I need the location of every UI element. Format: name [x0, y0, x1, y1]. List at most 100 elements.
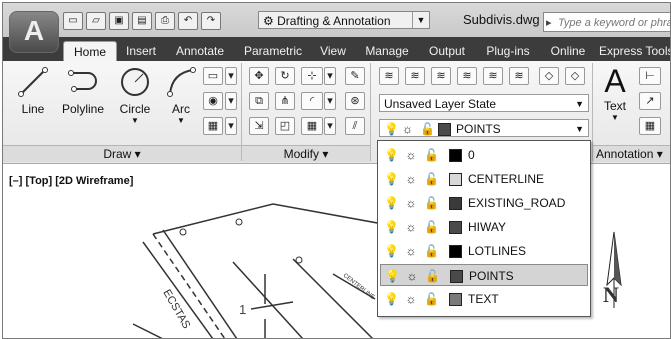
layer-color-swatch[interactable]: [449, 221, 462, 234]
sun-icon[interactable]: ☼: [404, 288, 418, 310]
layer-color-swatch[interactable]: [449, 149, 462, 162]
undo-icon[interactable]: ↶: [178, 12, 198, 30]
tab-insert[interactable]: Insert: [119, 41, 163, 61]
offset-icon[interactable]: ⫽: [345, 117, 365, 135]
tab-express-tools[interactable]: Express Tools: [599, 41, 670, 61]
lightbulb-icon[interactable]: 💡: [384, 144, 399, 166]
chevron-down-icon[interactable]: ▼: [597, 113, 633, 122]
lightbulb-icon[interactable]: 💡: [385, 265, 400, 287]
sun-icon[interactable]: ☼: [405, 265, 419, 287]
layer-color-swatch[interactable]: [450, 270, 463, 283]
hatch-icon[interactable]: ◉: [203, 92, 223, 110]
unlock-icon[interactable]: 🔓: [424, 192, 439, 214]
fillet-icon[interactable]: ◜: [301, 92, 323, 110]
tab-plug-ins[interactable]: Plug-ins: [479, 41, 537, 61]
unlock-icon[interactable]: 🔓: [424, 240, 439, 262]
text-tool[interactable]: A Text ▼: [597, 63, 633, 122]
table-icon[interactable]: ▦: [639, 117, 661, 135]
explode-icon[interactable]: ⊛: [345, 92, 365, 110]
region-icon[interactable]: ▦: [203, 117, 223, 135]
chevron-down-icon[interactable]: ▼: [161, 116, 201, 125]
lightbulb-icon[interactable]: 💡: [384, 240, 399, 262]
tab-view[interactable]: View: [314, 41, 352, 61]
sun-icon[interactable]: ☼: [404, 144, 418, 166]
layer-color-swatch[interactable]: [449, 293, 462, 306]
lightbulb-icon[interactable]: 💡: [384, 192, 399, 214]
layer-row[interactable]: 💡 ☼ 🔓 LOTLINES: [380, 240, 588, 262]
lightbulb-icon[interactable]: 💡: [384, 168, 399, 190]
layer-unlock-icon[interactable]: ≋: [509, 67, 529, 85]
chevron-down-icon[interactable]: ▾: [324, 92, 336, 110]
layer-lock-icon[interactable]: ≋: [483, 67, 503, 85]
new-icon[interactable]: ▭: [63, 12, 83, 30]
layer-row[interactable]: 💡 ☼ 🔓 CENTERLINE: [380, 168, 588, 190]
leader-icon[interactable]: ↗: [639, 92, 661, 110]
scale-icon[interactable]: ◰: [275, 117, 295, 135]
layer-color-swatch[interactable]: [449, 173, 462, 186]
layer-row[interactable]: 💡 ☼ 🔓 TEXT: [380, 288, 588, 310]
layer-row[interactable]: 💡 ☼ 🔓 0: [380, 144, 588, 166]
sun-icon[interactable]: ☼: [404, 216, 418, 238]
unlock-icon[interactable]: 🔓: [424, 168, 439, 190]
print-icon[interactable]: ⎙: [155, 12, 175, 30]
sun-icon[interactable]: ☼: [404, 240, 418, 262]
tab-manage[interactable]: Manage: [359, 41, 415, 61]
arc-tool[interactable]: Arc ▼: [161, 65, 201, 125]
chevron-down-icon[interactable]: ▾: [225, 117, 237, 135]
layer-previous-icon[interactable]: ◇: [565, 67, 585, 85]
unlock-icon[interactable]: 🔓: [424, 288, 439, 310]
stretch-icon[interactable]: ⇲: [249, 117, 269, 135]
chevron-down-icon[interactable]: ▾: [225, 92, 237, 110]
chevron-down-icon[interactable]: ▾: [324, 67, 336, 85]
move-icon[interactable]: ✥: [249, 67, 269, 85]
layer-off-icon[interactable]: ≋: [457, 67, 477, 85]
erase-icon[interactable]: ✎: [345, 67, 365, 85]
copy-icon[interactable]: ⧉: [249, 92, 269, 110]
tab-home[interactable]: Home: [63, 41, 117, 62]
unlock-icon[interactable]: 🔓: [424, 144, 439, 166]
layer-row[interactable]: 💡 ☼ 🔓 EXISTING_ROAD: [380, 192, 588, 214]
chevron-down-icon[interactable]: ▼: [575, 95, 584, 113]
modify-panel-title[interactable]: Modify ▾: [242, 145, 370, 162]
save-as-icon[interactable]: ▤: [132, 12, 152, 30]
application-menu-button[interactable]: A: [9, 11, 59, 53]
draw-panel-title[interactable]: Draw ▾: [3, 145, 241, 162]
rectangle-icon[interactable]: ▭: [203, 67, 223, 85]
lightbulb-icon[interactable]: 💡: [384, 216, 399, 238]
layer-color-swatch[interactable]: [449, 245, 462, 258]
mirror-icon[interactable]: ⋔: [275, 92, 295, 110]
trim-icon[interactable]: ⊹: [301, 67, 323, 85]
annotation-panel-title[interactable]: Annotation ▾: [593, 145, 670, 162]
layer-dropdown[interactable]: 💡 ☼ 🔓 POINTS ▼: [379, 119, 589, 137]
workspace-switcher[interactable]: ⚙ Drafting & Annotation ▼: [258, 11, 430, 29]
chevron-down-icon[interactable]: ▼: [575, 120, 584, 138]
array-icon[interactable]: ▦: [301, 117, 323, 135]
chevron-down-icon[interactable]: ▼: [113, 116, 157, 125]
save-icon[interactable]: ▣: [109, 12, 129, 30]
layer-properties-icon[interactable]: ≋: [379, 67, 399, 85]
tab-online[interactable]: Online: [545, 41, 591, 61]
dimension-icon[interactable]: ⊢: [639, 67, 661, 85]
layer-row[interactable]: 💡 ☼ 🔓 HIWAY: [380, 216, 588, 238]
layer-state-dropdown[interactable]: Unsaved Layer State ▼: [379, 94, 589, 112]
rotate-icon[interactable]: ↻: [275, 67, 295, 85]
polyline-tool[interactable]: Polyline: [59, 65, 107, 116]
search-input[interactable]: Type a keyword or phrase: [543, 12, 670, 32]
circle-tool[interactable]: Circle ▼: [113, 65, 157, 125]
tab-annotate[interactable]: Annotate: [169, 41, 231, 61]
layer-match-icon[interactable]: ◇: [539, 67, 559, 85]
sun-icon[interactable]: ☼: [404, 192, 418, 214]
layer-row-selected[interactable]: 💡 ☼ 🔓 POINTS: [380, 264, 588, 286]
sun-icon[interactable]: ☼: [404, 168, 418, 190]
unlock-icon[interactable]: 🔓: [424, 216, 439, 238]
redo-icon[interactable]: ↷: [201, 12, 221, 30]
chevron-down-icon[interactable]: ▾: [225, 67, 237, 85]
layer-freeze-icon[interactable]: ≋: [431, 67, 451, 85]
chevron-down-icon[interactable]: ▾: [324, 117, 336, 135]
tab-output[interactable]: Output: [423, 41, 471, 61]
chevron-down-icon[interactable]: ▼: [412, 12, 429, 28]
open-icon[interactable]: ▱: [86, 12, 106, 30]
layer-color-swatch[interactable]: [449, 197, 462, 210]
layer-iso-icon[interactable]: ≋: [405, 67, 425, 85]
line-tool[interactable]: Line: [11, 65, 55, 116]
